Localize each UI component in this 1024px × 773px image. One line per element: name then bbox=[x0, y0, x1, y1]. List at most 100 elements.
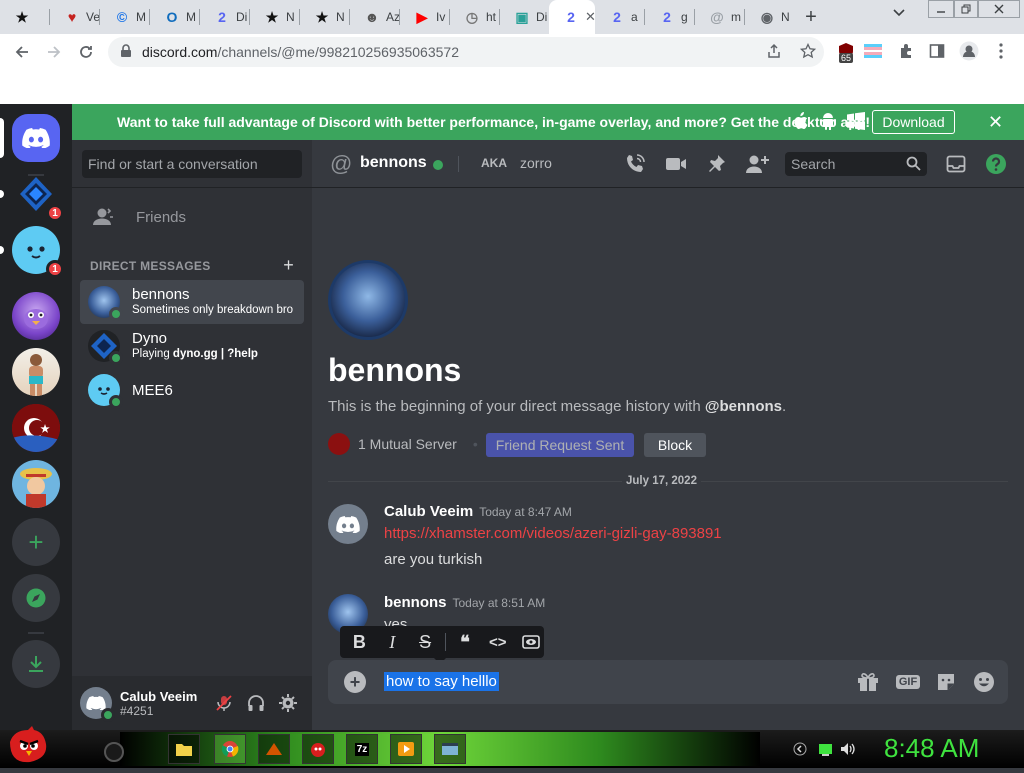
guild-purple-avatar[interactable] bbox=[12, 292, 60, 340]
download-apps-button[interactable] bbox=[12, 640, 60, 688]
browser-tab[interactable]: ★ N bbox=[300, 0, 349, 34]
tab-search-chevron-icon[interactable] bbox=[893, 6, 905, 20]
back-button[interactable] bbox=[6, 36, 38, 68]
chrome-icon bbox=[221, 741, 239, 757]
browser-tab[interactable]: ★ N bbox=[250, 0, 299, 34]
discord-home-button[interactable] bbox=[12, 114, 60, 162]
browser-tab[interactable]: ☻ Az bbox=[350, 0, 399, 34]
explore-servers-button[interactable] bbox=[12, 574, 60, 622]
browser-tab[interactable]: 2 Di bbox=[200, 0, 249, 34]
browser-tab[interactable]: ◉ N bbox=[745, 0, 794, 34]
share-icon[interactable] bbox=[766, 43, 782, 63]
browser-tab[interactable]: ▶ Iv bbox=[400, 0, 449, 34]
create-dm-plus-icon[interactable]: + bbox=[283, 255, 294, 276]
strikethrough-button[interactable]: S bbox=[412, 630, 439, 654]
guild-anime-avatar[interactable] bbox=[12, 460, 60, 508]
upload-plus-button[interactable]: + bbox=[344, 671, 366, 693]
forward-button[interactable] bbox=[38, 36, 70, 68]
inbox-button[interactable] bbox=[944, 152, 968, 176]
dm-item-dyno[interactable]: Dyno Playing dyno.gg | ?help bbox=[80, 324, 304, 368]
mute-microphone-button[interactable] bbox=[213, 692, 235, 714]
browser-tab[interactable]: 2 ✕ bbox=[549, 0, 596, 34]
taskbar-orb-icon[interactable] bbox=[104, 742, 124, 762]
taskbar-chrome[interactable] bbox=[214, 734, 246, 764]
taskbar-clock[interactable]: 8:48 AM bbox=[884, 733, 979, 764]
tray-volume-icon[interactable] bbox=[840, 741, 856, 757]
extension-ublock-icon[interactable]: 65 bbox=[835, 40, 857, 63]
search-input[interactable]: Search bbox=[785, 152, 927, 176]
taskbar-media-player[interactable] bbox=[390, 734, 422, 764]
browser-tab[interactable]: © M bbox=[100, 0, 149, 34]
message-avatar[interactable] bbox=[328, 504, 368, 544]
tray-chevron-icon[interactable] bbox=[792, 741, 808, 757]
bookmark-star-icon[interactable] bbox=[799, 42, 817, 63]
message-author[interactable]: Calub Veeim Today at 8:47 AM bbox=[384, 503, 572, 520]
gift-button[interactable] bbox=[856, 670, 880, 694]
reload-button[interactable] bbox=[70, 36, 102, 68]
guild-photo-person[interactable] bbox=[12, 348, 60, 396]
browser-tab[interactable]: 2a bbox=[595, 0, 644, 34]
start-voice-call-button[interactable] bbox=[623, 152, 647, 176]
taskbar-file-explorer[interactable] bbox=[168, 734, 200, 764]
find-conversation-button[interactable]: Find or start a conversation bbox=[82, 150, 302, 178]
guild-mee6[interactable]: 1 bbox=[12, 226, 64, 278]
spoiler-button[interactable] bbox=[517, 630, 544, 654]
message-link[interactable]: https://xhamster.com/videos/azeri-gizli-… bbox=[384, 525, 722, 542]
mutual-servers[interactable]: 1 Mutual Server • bbox=[328, 432, 478, 456]
dm-item-bennons[interactable]: bennons Sometimes only breakdown bro bbox=[80, 280, 304, 324]
address-bar[interactable]: discord.com/channels/@me/998210256935063… bbox=[108, 37, 824, 67]
browser-tab[interactable]: ◷ ht bbox=[450, 0, 499, 34]
bold-button[interactable]: B bbox=[346, 630, 373, 654]
guild-dyno[interactable]: 1 bbox=[12, 170, 64, 222]
chat-recipient-name[interactable]: bennons bbox=[360, 154, 427, 172]
add-friends-to-dm-button[interactable] bbox=[745, 152, 769, 176]
browser-tab[interactable]: ♥ Ve bbox=[50, 0, 99, 34]
browser-tab[interactable]: OM bbox=[150, 0, 199, 34]
code-button[interactable]: <> bbox=[484, 630, 511, 654]
deafen-button[interactable] bbox=[245, 692, 267, 714]
taskbar-app-game[interactable] bbox=[258, 734, 290, 764]
start-button[interactable] bbox=[4, 724, 48, 768]
extension-flag-icon[interactable] bbox=[862, 40, 884, 62]
browser-tab[interactable]: @ m bbox=[695, 0, 744, 34]
close-window-button[interactable] bbox=[978, 0, 1020, 18]
activity-prefix: Playing bbox=[132, 348, 173, 360]
side-panel-icon[interactable] bbox=[926, 40, 948, 62]
browser-menu-icon[interactable] bbox=[990, 40, 1012, 62]
block-button[interactable]: Block bbox=[644, 433, 706, 457]
add-server-button[interactable]: + bbox=[12, 518, 60, 566]
message-input[interactable]: how to say helllo bbox=[384, 672, 499, 691]
author-name: Calub Veeim bbox=[384, 503, 474, 520]
taskbar-7zip[interactable]: 7z bbox=[346, 734, 378, 764]
download-button[interactable]: Download bbox=[872, 110, 955, 134]
intro-mention: @bennons bbox=[704, 398, 782, 415]
banner-close-icon[interactable]: ✕ bbox=[988, 112, 1003, 133]
guild-flag-avatar[interactable] bbox=[12, 404, 60, 452]
restore-button[interactable] bbox=[954, 0, 978, 18]
italic-button[interactable]: I bbox=[379, 630, 406, 654]
browser-tab[interactable]: ★ bbox=[0, 0, 49, 34]
friends-nav-item[interactable]: Friends bbox=[80, 196, 304, 238]
taskbar-app-angrybirds[interactable] bbox=[302, 734, 334, 764]
taskbar-window-app[interactable] bbox=[434, 734, 466, 764]
browser-tab[interactable]: ▣ Di bbox=[500, 0, 549, 34]
friend-request-sent-button[interactable]: Friend Request Sent bbox=[486, 433, 634, 457]
tray-battery-icon[interactable] bbox=[818, 741, 834, 757]
pinned-messages-button[interactable] bbox=[704, 152, 728, 176]
extensions-puzzle-icon[interactable] bbox=[895, 40, 917, 62]
browser-tab[interactable]: 2g bbox=[645, 0, 694, 34]
minimize-button[interactable] bbox=[928, 0, 954, 18]
user-avatar[interactable] bbox=[80, 687, 115, 722]
gif-button[interactable]: GIF bbox=[894, 670, 922, 694]
profile-icon[interactable] bbox=[958, 40, 980, 62]
user-settings-button[interactable] bbox=[277, 692, 299, 714]
quote-button[interactable]: ❝ bbox=[451, 630, 478, 654]
emoji-button[interactable] bbox=[972, 670, 996, 694]
dm-item-mee6[interactable]: MEE6 bbox=[80, 368, 304, 412]
help-button[interactable] bbox=[984, 152, 1008, 176]
message-author[interactable]: bennons Today at 8:51 AM bbox=[384, 594, 545, 611]
start-video-call-button[interactable] bbox=[664, 152, 688, 176]
star-icon: ★ bbox=[265, 8, 279, 25]
new-tab-button[interactable]: + bbox=[794, 0, 828, 34]
sticker-button[interactable] bbox=[934, 670, 958, 694]
